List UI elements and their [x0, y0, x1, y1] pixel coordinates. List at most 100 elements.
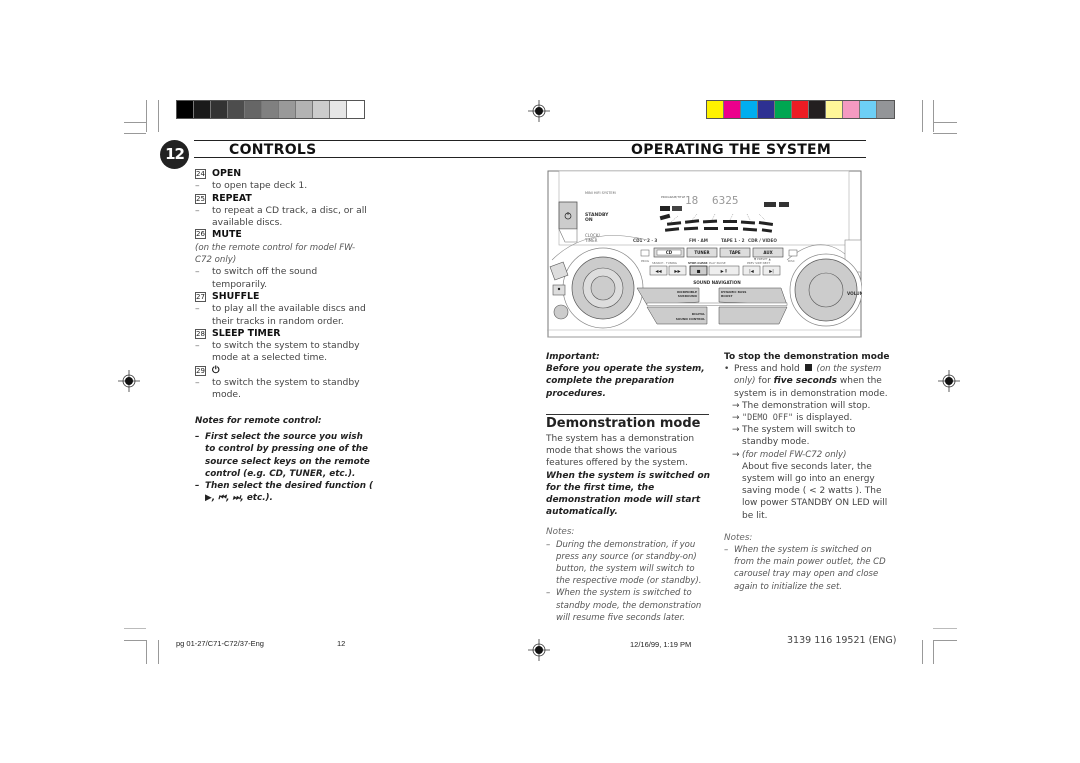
control-item: 25 REPEAT – to repeat a CD track, a disc, o… [195, 193, 370, 230]
section-divider [546, 413, 709, 415]
color-swatch [228, 101, 245, 118]
svg-text:STOP·CLEAR: STOP·CLEAR [688, 261, 708, 265]
crop-mark [158, 640, 159, 664]
stop-demo-section: To stop the demonstration mode • Press a… [724, 351, 894, 593]
svg-text:ON: ON [585, 217, 593, 223]
prog-button[interactable] [640, 249, 650, 257]
demo-notes-label: Notes: [546, 527, 575, 538]
control-note: (on the remote control for model FW-C72 … [195, 242, 356, 266]
color-swatch [296, 101, 313, 118]
color-swatch [707, 101, 724, 118]
result-item: → "DEMO OFF" is displayed. [732, 413, 853, 424]
svg-text:■: ■ [697, 269, 701, 274]
color-swatch [194, 101, 211, 118]
svg-text:PROG: PROG [641, 259, 649, 263]
crop-mark [933, 640, 957, 641]
svg-text:SOUND CONTROL: SOUND CONTROL [676, 317, 705, 321]
footer-code: 3139 116 19521 (ENG) [787, 635, 897, 646]
svg-text:◀◀: ◀◀ [655, 269, 662, 274]
svg-text:▶ II: ▶ II [721, 269, 728, 274]
svg-text:BOOST: BOOST [721, 294, 734, 298]
svg-text:SEARCH · TUNING: SEARCH · TUNING [652, 261, 677, 265]
svg-text:TAPE 1 · 2: TAPE 1 · 2 [721, 238, 745, 243]
control-label: MUTE [212, 229, 242, 241]
crop-mark [124, 122, 146, 123]
footer-file: pg 01-27/C71-C72/37-Eng [176, 639, 264, 648]
control-item: 29 ⏻ – to switch the system to standby mode… [195, 365, 370, 402]
color-swatch [877, 101, 894, 118]
crop-mark [158, 100, 159, 132]
disc-button[interactable] [788, 249, 798, 257]
stop-icon [804, 364, 812, 372]
section-title-controls: CONTROLS [229, 142, 317, 158]
svg-text:SURROUND: SURROUND [678, 294, 698, 298]
control-item: 26 MUTE (on the remote control for model … [195, 229, 370, 290]
color-swatch [792, 101, 809, 118]
chapter-number: 12 [160, 140, 189, 169]
color-swatch [347, 101, 364, 118]
control-label: REPEAT [212, 192, 252, 204]
control-label: OPEN [212, 168, 242, 179]
remote-notes-title: Notes for remote control: [195, 416, 322, 426]
control-description: – to switch the system to standby mode at… [195, 340, 360, 364]
device-front-panel-illustration: MINI HIFI SYSTEM STANDBY ON CLOCK/ TIMER… [547, 170, 862, 338]
result-item: → (for model FW-C72 only) About five sec… [732, 449, 888, 521]
remote-notes: Notes for remote control: – First select… [195, 415, 375, 504]
svg-text:▶▶: ▶▶ [674, 269, 681, 274]
registration-target-icon [528, 100, 550, 122]
control-label: SHUFFLE [212, 290, 260, 302]
control-description: – to switch off the sound temporarily. [195, 266, 318, 290]
color-swatch [177, 101, 194, 118]
control-number: 25 [195, 193, 206, 204]
stop-note-item: – When the system is switched on from th… [724, 545, 886, 592]
color-swatch [809, 101, 826, 118]
svg-text:DISC: DISC [788, 259, 795, 263]
color-swatch [758, 101, 775, 118]
color-swatch [330, 101, 347, 118]
remote-note-item: – First select the source you wish to co… [195, 432, 370, 479]
demo-mode-heading: Demonstration mode [546, 415, 701, 431]
stop-demo-step: • Press and hold (on the system only) fo… [724, 364, 888, 399]
svg-text:AUX: AUX [763, 250, 772, 255]
svg-text:VOLUME: VOLUME [847, 291, 862, 296]
control-description: – to switch the system to standby mode. [195, 377, 360, 401]
control-description: – to open tape deck 1. [195, 180, 308, 192]
svg-text:PLAY PAUSE: PLAY PAUSE [709, 261, 726, 265]
registration-target-icon [528, 639, 550, 661]
brand-line: MINI HIFI SYSTEM [585, 191, 616, 195]
crop-mark [933, 122, 957, 123]
stop-notes-label: Notes: [724, 532, 753, 543]
demo-note-item: – During the demonstration, if you press… [546, 539, 702, 587]
svg-text:PROGRAM/TITLE: PROGRAM/TITLE [661, 195, 685, 199]
control-item: 24 OPEN – to open tape deck 1. [195, 168, 370, 193]
standby-button[interactable] [558, 201, 578, 230]
crop-mark [933, 133, 957, 134]
color-swatch [279, 101, 296, 118]
color-swatch [843, 101, 860, 118]
registration-target-icon [118, 370, 140, 392]
demo-intro: The system has a demonstration mode that… [546, 434, 711, 518]
important-label: Important: [546, 352, 600, 362]
color-swatch [211, 101, 228, 118]
crop-mark [124, 628, 146, 629]
header-rule [194, 140, 866, 141]
result-item: → The system will switch to standby mode… [732, 425, 856, 448]
color-bar [706, 100, 895, 119]
svg-text:CD1 · 2 · 3: CD1 · 2 · 3 [633, 238, 657, 243]
demo-note-item: – When the system is switched to standby… [546, 588, 702, 623]
important-text: Before you operate the system, complete … [546, 364, 705, 399]
crop-mark [124, 640, 146, 641]
control-label: SLEEP TIMER [212, 327, 281, 339]
svg-text:TIMER: TIMER [584, 238, 598, 243]
color-swatch [262, 101, 279, 118]
svg-text:TUNER: TUNER [694, 250, 709, 255]
svg-text:CD: CD [666, 250, 673, 255]
crop-mark [922, 640, 923, 664]
control-label: ⏻ [212, 364, 220, 376]
crop-mark [922, 100, 923, 132]
control-item: 27 SHUFFLE – to play all the available disc… [195, 291, 370, 328]
control-number: 26 [195, 229, 206, 240]
svg-text:18: 18 [685, 194, 698, 207]
footer-date: 12/16/99, 1:19 PM [630, 640, 692, 649]
color-swatch [826, 101, 843, 118]
